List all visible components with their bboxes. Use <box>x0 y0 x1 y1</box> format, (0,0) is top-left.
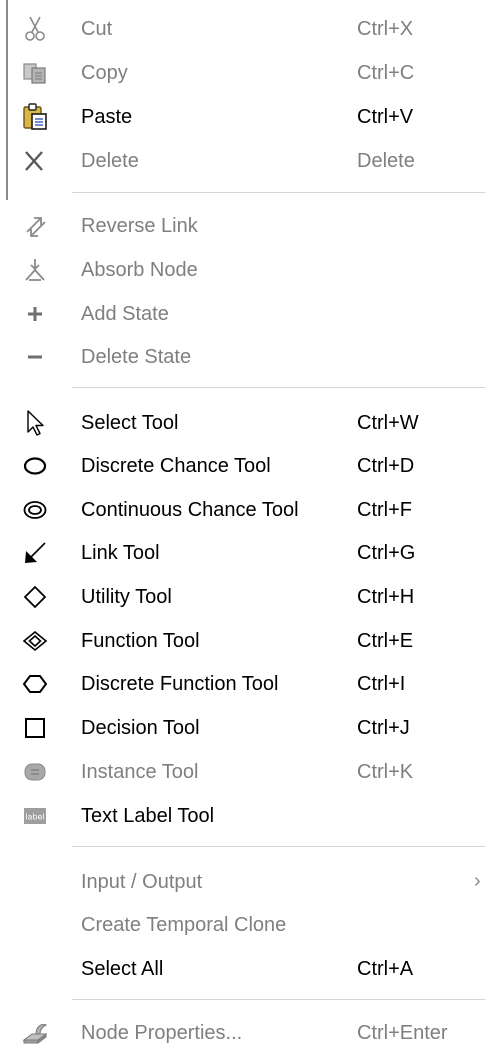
menu-item-shortcut: Ctrl+C <box>357 62 415 84</box>
menu-item-label: Cut <box>81 18 113 40</box>
link-arrow-icon <box>20 538 50 568</box>
menu-item-shortcut: Ctrl+F <box>357 499 412 521</box>
menu-item-label: Link Tool <box>81 542 160 564</box>
reverse-link-icon <box>20 211 50 241</box>
scissors-icon <box>20 14 50 44</box>
menu-item-shortcut: Ctrl+X <box>357 18 414 40</box>
menu-item-input-output[interactable]: Input / Output › <box>0 861 485 903</box>
menu-item-continuous-chance-tool[interactable]: Continuous Chance Tool Ctrl+F <box>0 489 485 531</box>
menu-item-shortcut: Ctrl+V <box>357 106 414 128</box>
menu-item-shortcut: Ctrl+Enter <box>357 1022 448 1044</box>
menu-item-copy[interactable]: Copy Ctrl+C <box>0 52 485 94</box>
menu-item-shortcut: Ctrl+W <box>357 412 419 434</box>
menu-item-paste[interactable]: Paste Ctrl+V <box>0 96 485 138</box>
menu-item-shortcut: Ctrl+A <box>357 958 414 980</box>
menu-item-absorb-node[interactable]: Absorb Node <box>0 249 485 291</box>
menu-item-delete-state[interactable]: Delete State <box>0 336 485 378</box>
node-properties-icon <box>20 1018 50 1048</box>
menu-separator <box>72 387 485 388</box>
menu-item-decision-tool[interactable]: Decision Tool Ctrl+J <box>0 707 485 749</box>
menu-item-select-tool[interactable]: Select Tool Ctrl+W <box>0 402 485 444</box>
menu-item-discrete-chance-tool[interactable]: Discrete Chance Tool Ctrl+D <box>0 445 485 487</box>
menu-item-label: Copy <box>81 62 128 84</box>
menu-item-create-temporal-clone[interactable]: Create Temporal Clone <box>0 904 485 946</box>
menu-item-shortcut: Ctrl+I <box>357 673 406 695</box>
plus-icon <box>20 299 50 329</box>
menu-item-label: Delete State <box>81 346 192 368</box>
menu-item-shortcut: Ctrl+E <box>357 630 414 652</box>
x-icon <box>20 146 50 176</box>
menu-item-link-tool[interactable]: Link Tool Ctrl+G <box>0 532 485 574</box>
menu-item-label: Reverse Link <box>81 215 198 237</box>
minus-icon <box>20 342 50 372</box>
diamond-icon <box>20 582 50 612</box>
double-diamond-icon <box>20 626 50 656</box>
menu-item-node-properties[interactable]: Node Properties... Ctrl+Enter <box>0 1012 485 1053</box>
menu-item-label: Discrete Function Tool <box>81 673 279 695</box>
menu-item-label: Select Tool <box>81 412 179 434</box>
menu-item-label: Instance Tool <box>81 761 199 783</box>
menu-separator <box>72 846 485 847</box>
menu-item-label: Paste <box>81 106 133 128</box>
menu-separator <box>72 192 485 193</box>
menu-item-label: Node Properties... <box>81 1022 243 1044</box>
square-icon <box>20 713 50 743</box>
cursor-arrow-icon <box>20 408 50 438</box>
menu-item-shortcut: Ctrl+D <box>357 455 415 477</box>
instance-icon <box>20 757 50 787</box>
submenu-arrow-icon: › <box>474 870 481 892</box>
menu-item-reverse-link[interactable]: Reverse Link <box>0 205 485 247</box>
menu-separator <box>72 999 485 1000</box>
label-icon: label <box>20 801 50 831</box>
menu-item-label: Function Tool <box>81 630 200 652</box>
context-menu: Cut Ctrl+X Copy Ctrl+C Paste Ctrl+V Dele… <box>0 0 485 1053</box>
menu-item-label: Decision Tool <box>81 717 200 739</box>
menu-item-shortcut: Ctrl+H <box>357 586 415 608</box>
oval-icon <box>20 451 50 481</box>
menu-item-select-all[interactable]: Select All Ctrl+A <box>0 948 485 990</box>
clipboard-icon <box>20 102 50 132</box>
menu-item-add-state[interactable]: Add State <box>0 293 485 335</box>
menu-item-label: Text Label Tool <box>81 805 215 827</box>
menu-item-label: Continuous Chance Tool <box>81 499 299 521</box>
svg-text:label: label <box>25 813 44 822</box>
menu-item-label: Add State <box>81 303 169 325</box>
menu-item-utility-tool[interactable]: Utility Tool Ctrl+H <box>0 576 485 618</box>
menu-item-shortcut: Ctrl+J <box>357 717 410 739</box>
menu-item-label: Delete <box>81 150 139 172</box>
menu-item-text-label-tool[interactable]: label Text Label Tool <box>0 795 485 837</box>
copy-icon <box>20 58 50 88</box>
menu-item-shortcut: Ctrl+K <box>357 761 414 783</box>
menu-item-label: Absorb Node <box>81 259 198 281</box>
menu-item-cut[interactable]: Cut Ctrl+X <box>0 8 485 50</box>
menu-item-label: Select All <box>81 958 164 980</box>
menu-item-instance-tool[interactable]: Instance Tool Ctrl+K <box>0 751 485 793</box>
menu-item-discrete-function-tool[interactable]: Discrete Function Tool Ctrl+I <box>0 663 485 705</box>
menu-item-label: Input / Output <box>81 871 203 893</box>
menu-item-shortcut: Ctrl+G <box>357 542 416 564</box>
menu-item-label: Discrete Chance Tool <box>81 455 271 477</box>
menu-item-function-tool[interactable]: Function Tool Ctrl+E <box>0 620 485 662</box>
menu-item-delete[interactable]: Delete Delete <box>0 140 485 182</box>
menu-item-label: Utility Tool <box>81 586 172 608</box>
menu-item-shortcut: Delete <box>357 150 415 172</box>
double-oval-icon <box>20 495 50 525</box>
hexagon-icon <box>20 669 50 699</box>
menu-item-label: Create Temporal Clone <box>81 914 287 936</box>
absorb-node-icon <box>20 255 50 285</box>
